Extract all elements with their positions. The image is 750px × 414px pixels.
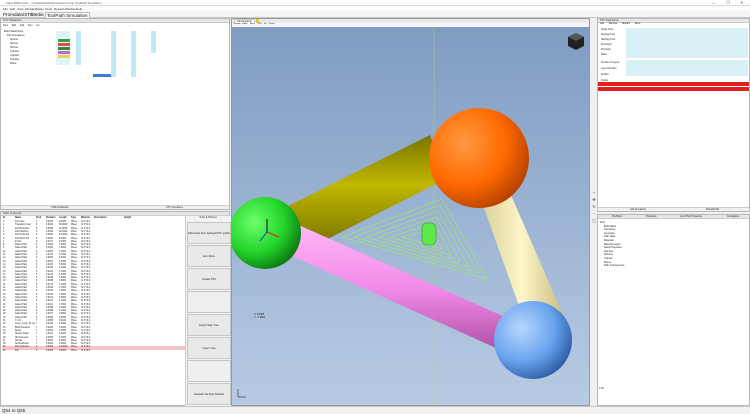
remove-button[interactable]: Remove bbox=[609, 23, 618, 25]
new-button[interactable]: New bbox=[3, 24, 8, 27]
side-panel-header: Tools & Params bbox=[199, 216, 217, 219]
readout-y: Y: -2.1562 bbox=[254, 316, 265, 319]
explorer-panel: Pos/Parm Properties List of Part Propert… bbox=[597, 214, 750, 406]
close-button[interactable]: ✕ bbox=[740, 0, 743, 5]
table-cell: 0.0103 bbox=[46, 349, 54, 352]
status-bar-green bbox=[58, 39, 70, 42]
import-tree-button[interactable]: Import Tree bbox=[187, 337, 231, 359]
stc-operations-panel: STC Operations New Edit Add Run Go Build… bbox=[0, 18, 230, 210]
panel-toolbar: New Edit Add Run Go bbox=[3, 24, 40, 28]
tab-annotations[interactable]: Annotations bbox=[727, 215, 739, 219]
property-grid[interactable] bbox=[626, 60, 748, 76]
sphere-blue[interactable] bbox=[494, 300, 572, 379]
add-button[interactable]: Add bbox=[600, 23, 604, 25]
tree-item[interactable]: Path Arrangements bbox=[604, 264, 624, 268]
sphere-orange[interactable] bbox=[429, 107, 529, 208]
table-cell: Cl.XYZ-3 bbox=[81, 349, 91, 352]
blank-button[interactable] bbox=[187, 291, 231, 313]
tab-pos-parm[interactable]: Pos/Parm bbox=[612, 215, 622, 219]
column-header[interactable]: Material bbox=[81, 217, 90, 220]
status-bar-red bbox=[58, 43, 70, 46]
run-button[interactable]: Run bbox=[28, 24, 33, 27]
item-menu-button[interactable]: Item Menu bbox=[187, 245, 231, 267]
property-label: Starting Cond. bbox=[601, 39, 616, 41]
status-bar-green bbox=[58, 47, 70, 50]
edit-button[interactable]: Edit bbox=[12, 24, 16, 27]
footer-tab[interactable]: STC Operations bbox=[166, 206, 183, 210]
export-step-tree-button[interactable]: Export Step Tree bbox=[187, 314, 231, 336]
footer-tab[interactable]: STEL Buildstack bbox=[51, 206, 68, 210]
error-row[interactable] bbox=[598, 82, 749, 86]
table-cell: Plane bbox=[71, 349, 77, 352]
tab-part-properties[interactable]: List of Part Properties bbox=[680, 215, 702, 219]
table-cell: 0.0000 bbox=[59, 349, 67, 352]
table-header-row: Id Name Kind Duration Length Type Materi… bbox=[2, 217, 185, 220]
maximize-button[interactable]: ❐ bbox=[726, 0, 730, 5]
viewport-panel: Part Explorer Shade Mode Auto ISO Fit Zo… bbox=[231, 18, 590, 406]
property-label: Layer Direction bbox=[601, 68, 617, 70]
status-bar-yellow bbox=[58, 55, 70, 58]
value-column bbox=[111, 31, 116, 77]
table-cell: Full bbox=[15, 349, 19, 352]
coordinate-readout: X: 0.0065 Y: -2.1562 bbox=[254, 313, 265, 319]
panel-footer: STEL Buildstack STC Operations bbox=[1, 205, 229, 209]
panel-header: STC Operations bbox=[1, 19, 229, 23]
value-column bbox=[151, 31, 156, 53]
column-header[interactable]: Kind bbox=[36, 217, 41, 220]
property-grid[interactable] bbox=[626, 28, 748, 58]
add-button[interactable]: Add bbox=[20, 24, 24, 27]
tab-properties[interactable]: Properties bbox=[646, 215, 656, 219]
column-header[interactable]: Description bbox=[94, 217, 107, 220]
column-header[interactable]: Id bbox=[3, 217, 5, 220]
panel-footer: Add Operations Rebuild Path bbox=[598, 207, 749, 211]
column-header[interactable]: Height bbox=[124, 217, 131, 220]
error-row[interactable] bbox=[598, 87, 749, 91]
column-header[interactable]: Duration bbox=[46, 217, 55, 220]
status-bar-magenta bbox=[58, 51, 70, 54]
update-stc-button[interactable]: Update STC bbox=[187, 268, 231, 290]
footer-tab[interactable]: Add Operations bbox=[630, 208, 646, 212]
property-label: Filters bbox=[601, 54, 608, 56]
status-text: Q54 to Q55 bbox=[2, 408, 26, 413]
column-header[interactable]: Name bbox=[15, 217, 21, 220]
network-redraw-button[interactable]: Network Via Flow Redraw bbox=[187, 383, 231, 405]
value-field[interactable]: 0.00 bbox=[599, 387, 604, 390]
property-label: PrintingIn bbox=[601, 49, 611, 51]
value-column bbox=[131, 31, 136, 77]
property-label: Number of Layers bbox=[601, 62, 620, 64]
property-label: Starting Point bbox=[601, 34, 615, 36]
table-row[interactable]: 40 Full 5 0.0103 0.0000 Plane Cl.XYZ-3 bbox=[2, 350, 185, 353]
property-label: Single Scan bbox=[601, 29, 614, 31]
table-cell: 5 bbox=[36, 349, 38, 352]
selection-bar bbox=[93, 74, 111, 77]
column-header[interactable]: Type bbox=[71, 217, 76, 220]
results-panel: Table of Results Id Name Kind Duration L… bbox=[0, 211, 231, 406]
status-bar: Q54 to Q55 bbox=[0, 406, 750, 414]
tree-item[interactable]: Plane bbox=[10, 62, 16, 66]
column-header[interactable]: Length bbox=[59, 217, 67, 220]
move-button[interactable]: Move bbox=[635, 23, 641, 25]
3d-scene[interactable] bbox=[232, 26, 589, 405]
properties-panel: STC Operations Add Remove Reorder Move S… bbox=[597, 18, 750, 212]
go-button[interactable]: Go bbox=[36, 24, 39, 27]
reorder-button[interactable]: Reorder bbox=[622, 23, 630, 25]
edit-settings-button[interactable]: Edit Active Item Settings/STC profile bbox=[187, 222, 231, 244]
module-tabs: Promdata/STC Media ToolPath Simulation bbox=[0, 11, 750, 18]
panel-toolbar: Add Remove Reorder Move bbox=[600, 23, 641, 26]
explorer-tabs: Pos/Parm Properties List of Part Propert… bbox=[598, 215, 749, 219]
tools-side-panel: Tools & Params Edit Active Item Settings… bbox=[185, 216, 231, 406]
property-label: PrintingOn bbox=[601, 44, 612, 46]
table-cell: 40 bbox=[3, 349, 6, 352]
cylinder-part[interactable] bbox=[421, 222, 437, 245]
value-column bbox=[76, 31, 81, 65]
window-title: Klara RMS GGH – C:\Data\Path\Path Explor… bbox=[6, 1, 102, 5]
minimize-button[interactable]: — bbox=[712, 0, 716, 5]
property-label: Profiles bbox=[601, 74, 609, 76]
footer-tab[interactable]: Rebuild Path bbox=[706, 208, 719, 212]
blank-button[interactable] bbox=[187, 360, 231, 382]
